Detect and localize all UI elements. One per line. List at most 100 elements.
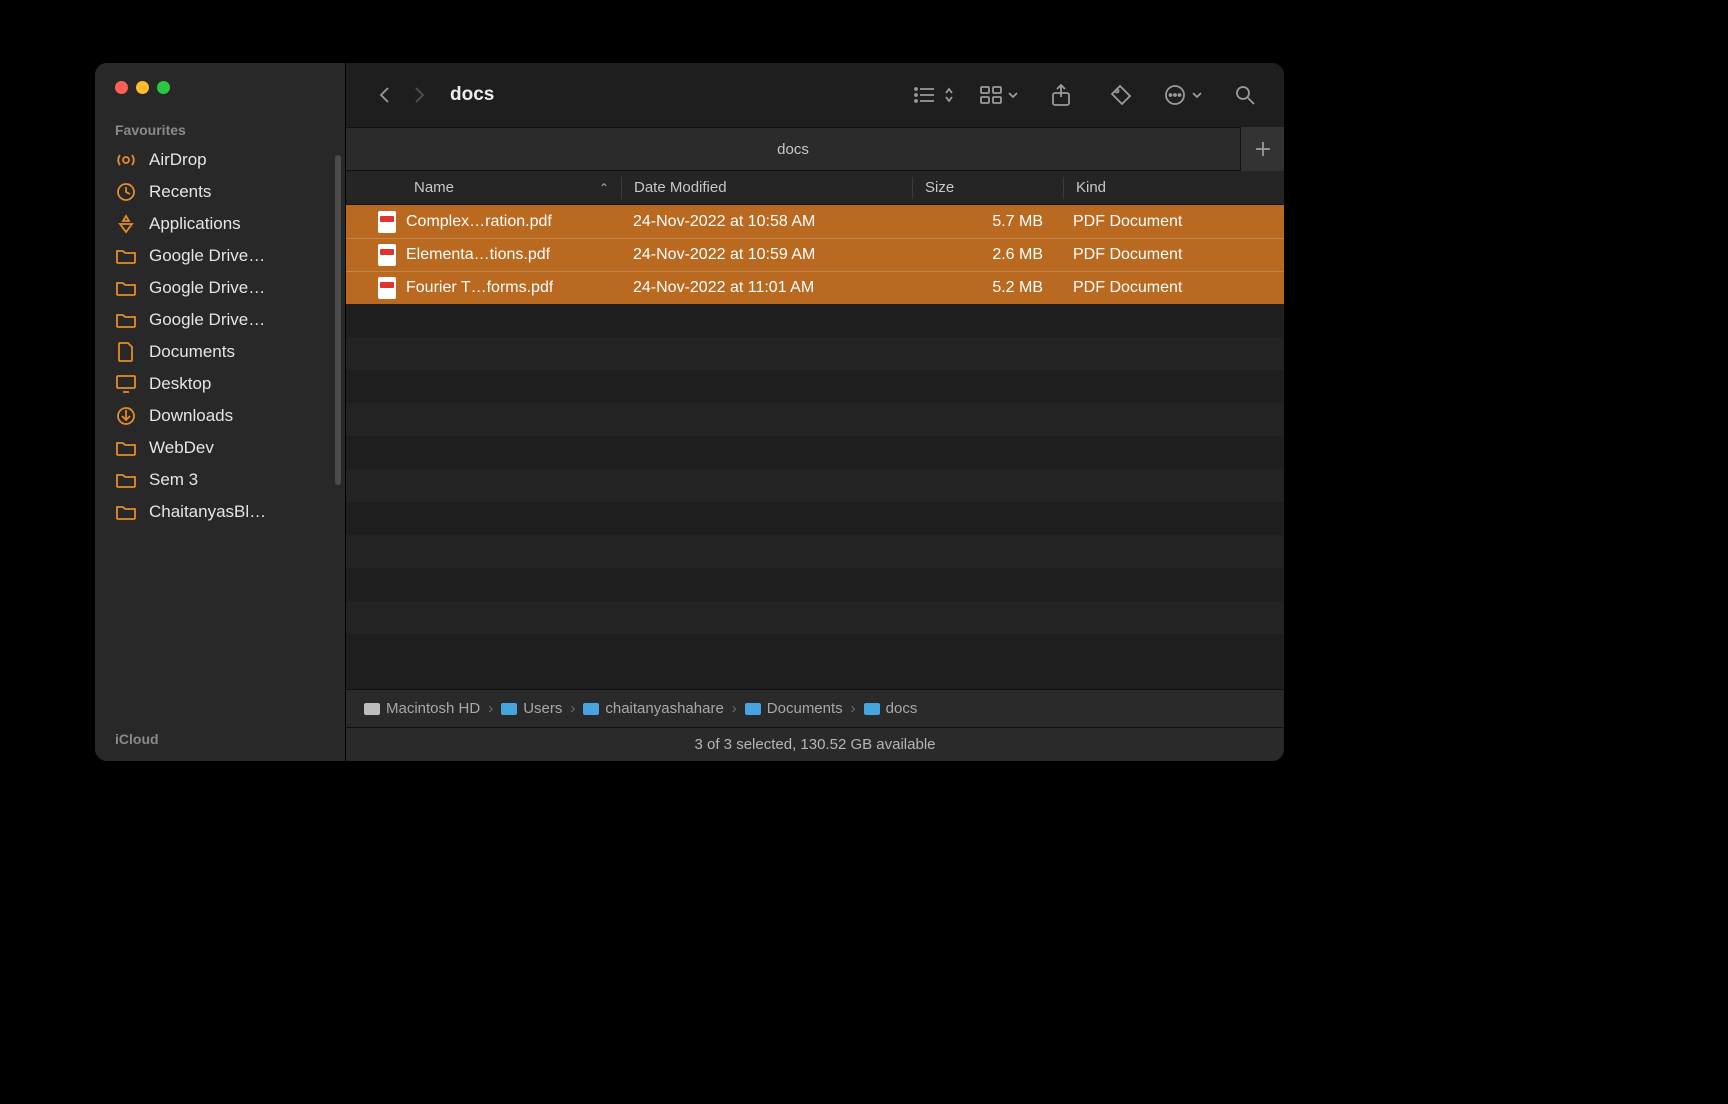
file-list[interactable]: Complex…ration.pdf24-Nov-2022 at 10:58 A… — [346, 205, 1284, 689]
list-icon — [914, 86, 936, 104]
sidebar-section-favourites: Favourites — [95, 122, 345, 144]
updown-icon — [944, 87, 954, 103]
chevron-right-icon: › — [488, 700, 493, 717]
sidebar-item-google-drive-[interactable]: Google Drive… — [95, 304, 345, 336]
sidebar-item-webdev[interactable]: WebDev — [95, 432, 345, 464]
view-list-button[interactable] — [914, 78, 954, 112]
file-name: Complex…ration.pdf — [406, 213, 552, 231]
crumb-label: Macintosh HD — [386, 700, 480, 717]
path-crumb[interactable]: chaitanyashahare — [583, 700, 723, 717]
path-crumb[interactable]: Documents — [745, 700, 843, 717]
crumb-label: chaitanyashahare — [605, 700, 723, 717]
column-header-date[interactable]: Date Modified — [622, 179, 912, 196]
folder-icon — [583, 703, 599, 715]
sidebar-item-label: Applications — [149, 214, 241, 234]
search-icon — [1235, 85, 1255, 105]
file-size: 5.2 MB — [911, 279, 1061, 297]
status-bar: 3 of 3 selected, 130.52 GB available — [346, 727, 1284, 761]
sidebar-item-label: ChaitanyasBl… — [149, 502, 266, 522]
sidebar-item-desktop[interactable]: Desktop — [95, 368, 345, 400]
grid-icon — [980, 86, 1002, 104]
file-date: 24-Nov-2022 at 10:59 AM — [621, 246, 911, 264]
chevron-right-icon — [412, 86, 426, 104]
file-row[interactable]: Fourier T…forms.pdf24-Nov-2022 at 11:01 … — [346, 271, 1284, 304]
chevron-right-icon: › — [851, 700, 856, 717]
empty-row — [346, 568, 1284, 601]
share-button[interactable] — [1044, 78, 1078, 112]
sidebar-item-sem-3[interactable]: Sem 3 — [95, 464, 345, 496]
window-controls — [95, 81, 345, 94]
folder-icon — [864, 703, 880, 715]
file-name: Fourier T…forms.pdf — [406, 279, 553, 297]
toolbar: docs — [346, 63, 1284, 127]
path-crumb[interactable]: Users — [501, 700, 562, 717]
column-header-kind[interactable]: Kind — [1064, 179, 1284, 196]
column-headers: Name ⌃ Date Modified Size Kind — [346, 171, 1284, 205]
column-header-size[interactable]: Size — [913, 179, 1063, 196]
pdf-file-icon — [378, 244, 396, 266]
path-crumb[interactable]: Macintosh HD — [364, 700, 480, 717]
sidebar-item-google-drive-[interactable]: Google Drive… — [95, 240, 345, 272]
path-crumb[interactable]: docs — [864, 700, 918, 717]
sidebar-item-chaitanyasbl-[interactable]: ChaitanyasBl… — [95, 496, 345, 528]
chevron-right-icon: › — [732, 700, 737, 717]
sidebar: Favourites AirDrop Recents Applications Goo… — [95, 63, 345, 761]
empty-row — [346, 403, 1284, 436]
new-tab-button[interactable] — [1240, 127, 1284, 171]
folder-icon — [115, 248, 137, 264]
sidebar-item-label: Recents — [149, 182, 211, 202]
sidebar-item-label: AirDrop — [149, 150, 207, 170]
sidebar-item-applications[interactable]: Applications — [95, 208, 345, 240]
column-header-name[interactable]: Name ⌃ — [346, 179, 621, 196]
file-name: Elementa…tions.pdf — [406, 246, 550, 264]
sidebar-item-label: Sem 3 — [149, 470, 198, 490]
zoom-window-button[interactable] — [157, 81, 170, 94]
search-button[interactable] — [1228, 78, 1262, 112]
disk-icon — [364, 703, 380, 715]
sidebar-item-google-drive-[interactable]: Google Drive… — [95, 272, 345, 304]
sidebar-item-label: Desktop — [149, 374, 211, 394]
column-label: Name — [414, 179, 454, 196]
file-kind: PDF Document — [1061, 246, 1284, 264]
main-pane: docs — [345, 63, 1284, 761]
tags-button[interactable] — [1104, 78, 1138, 112]
clock-icon — [115, 182, 137, 202]
file-row[interactable]: Elementa…tions.pdf 24-Nov-2022 at 10:59 A… — [346, 238, 1284, 271]
folder-icon — [115, 312, 137, 328]
finder-window: Favourites AirDrop Recents Applications Goo… — [95, 63, 1284, 761]
folder-icon — [115, 504, 137, 520]
empty-row — [346, 601, 1284, 634]
more-button[interactable] — [1164, 78, 1202, 112]
sidebar-item-documents[interactable]: Documents — [95, 336, 345, 368]
ellipsis-circle-icon — [1164, 84, 1186, 106]
file-row[interactable]: Complex…ration.pdf24-Nov-2022 at 10:58 A… — [346, 205, 1284, 238]
sidebar-item-label: Google Drive… — [149, 246, 265, 266]
forward-button[interactable] — [402, 78, 436, 112]
folder-icon — [115, 440, 137, 456]
tab-bar: docs — [346, 127, 1284, 171]
pdf-file-icon — [378, 211, 396, 233]
sidebar-item-downloads[interactable]: Downloads — [95, 400, 345, 432]
close-window-button[interactable] — [115, 81, 128, 94]
apps-icon — [115, 214, 137, 234]
sidebar-item-label: Downloads — [149, 406, 233, 426]
minimize-window-button[interactable] — [136, 81, 149, 94]
file-size: 5.7 MB — [911, 213, 1061, 231]
sidebar-item-airdrop[interactable]: AirDrop — [95, 144, 345, 176]
group-button[interactable] — [980, 78, 1018, 112]
crumb-label: Documents — [767, 700, 843, 717]
folder-icon — [115, 280, 137, 296]
tab-docs[interactable]: docs — [346, 141, 1240, 158]
sidebar-item-label: WebDev — [149, 438, 214, 458]
sidebar-item-label: Google Drive… — [149, 278, 265, 298]
back-button[interactable] — [368, 78, 402, 112]
sidebar-item-recents[interactable]: Recents — [95, 176, 345, 208]
pdf-file-icon — [378, 277, 396, 299]
sidebar-scrollbar[interactable] — [335, 155, 341, 485]
share-icon — [1051, 84, 1071, 106]
empty-row — [346, 436, 1284, 469]
tag-icon — [1110, 84, 1132, 106]
folder-icon — [745, 703, 761, 715]
airdrop-icon — [115, 150, 137, 170]
path-bar: Macintosh HD › Users › chaitanyashahare › Docu… — [346, 689, 1284, 727]
